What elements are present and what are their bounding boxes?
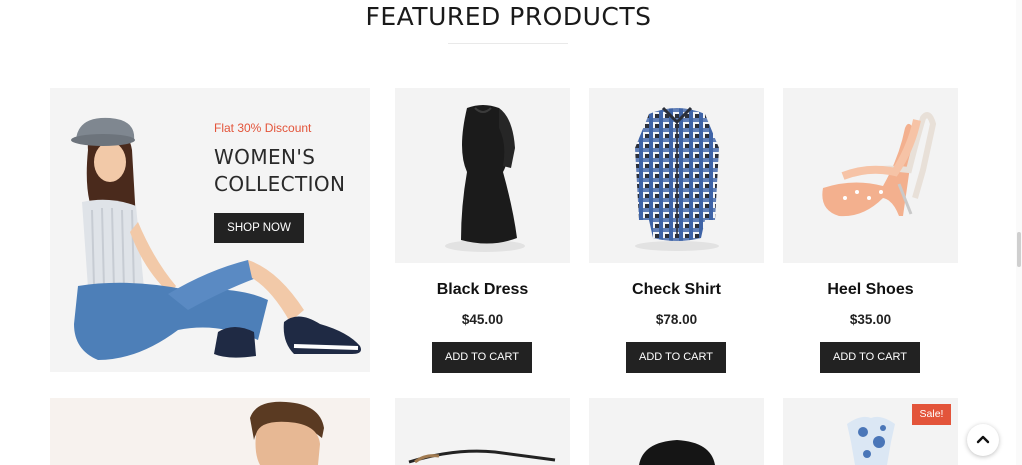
product-image-link[interactable] [589, 88, 764, 263]
chevron-up-icon [976, 435, 990, 444]
scroll-to-top-button[interactable] [967, 424, 999, 456]
man-model-image [250, 401, 324, 465]
product-image-link[interactable] [589, 398, 764, 465]
scrollbar-thumb[interactable] [1017, 232, 1021, 267]
black-dress-image [445, 105, 525, 252]
product-image-link[interactable] [395, 398, 570, 465]
check-shirt-image [635, 106, 719, 251]
product-price: $35.00 [849, 312, 892, 327]
product-name[interactable]: Heel Shoes [783, 281, 958, 299]
promo-banner-2 [50, 398, 370, 465]
product-image-link[interactable] [395, 88, 570, 263]
add-to-cart-button[interactable]: ADD TO CART [626, 342, 726, 373]
shop-now-button[interactable]: SHOP NOW [214, 213, 304, 243]
add-to-cart-button[interactable]: ADD TO CART [820, 342, 920, 373]
product-name[interactable]: Black Dress [395, 281, 570, 299]
add-to-cart-button[interactable]: ADD TO CART [432, 342, 532, 373]
promo-discount-text: Flat 30% Discount [214, 121, 312, 135]
product-price: $78.00 [655, 312, 698, 327]
sunglasses-image [408, 449, 556, 464]
product-name[interactable]: Check Shirt [589, 281, 764, 299]
heel-shoes-image [822, 112, 937, 217]
title-divider [448, 43, 568, 44]
section-title: FEATURED PRODUCTS [365, 2, 652, 31]
product-price: $45.00 [461, 312, 504, 327]
sale-badge: Sale! [912, 404, 951, 425]
promo-heading: WOMEN'S COLLECTION [214, 145, 346, 196]
promo-banner: Flat 30% Discount WOMEN'S COLLECTION SHO… [50, 88, 370, 372]
product-image-link[interactable] [783, 88, 958, 263]
black-hat-image [639, 440, 715, 465]
